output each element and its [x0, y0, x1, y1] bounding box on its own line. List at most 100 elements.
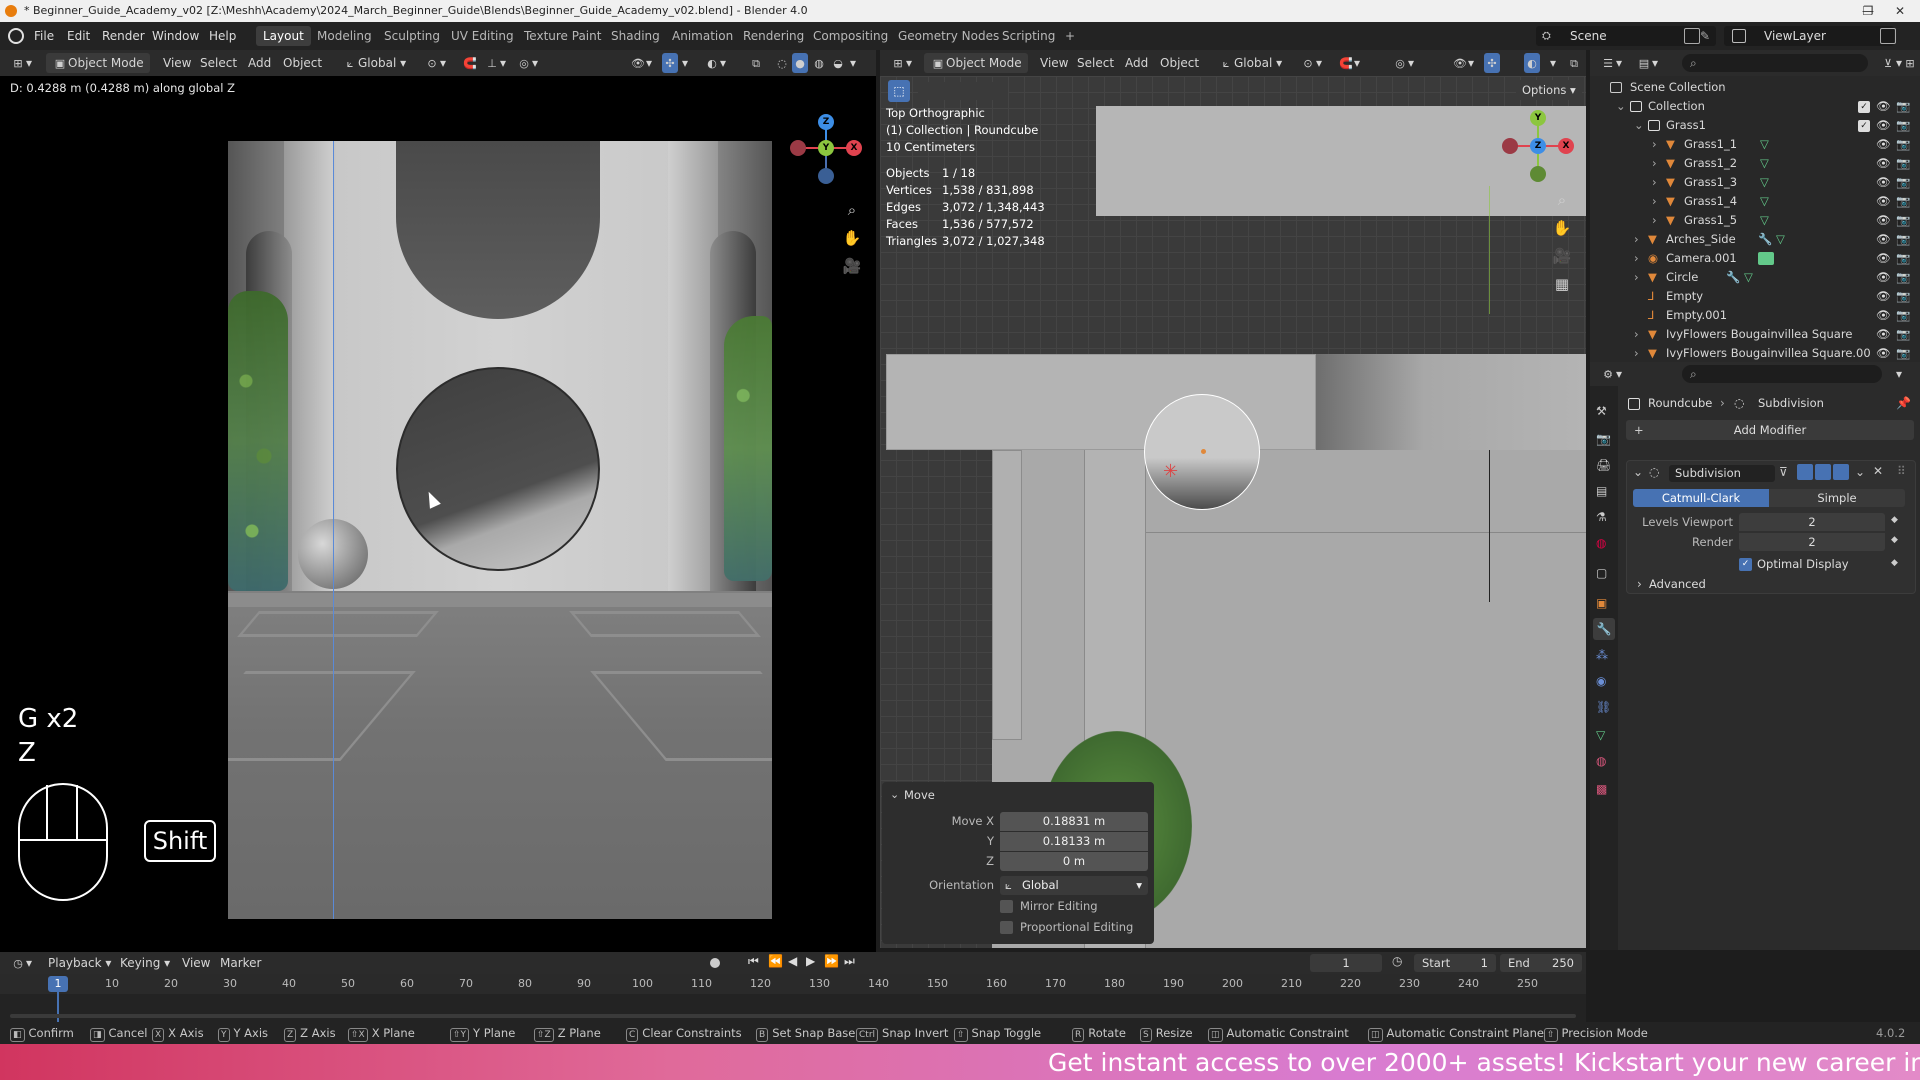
left-viewport[interactable]: D: 0.4288 m (0.4288 m) along global Z Z … — [0, 76, 876, 952]
right-menu-object[interactable]: Object — [1160, 53, 1199, 73]
right-mode-dropdown[interactable]: ▣Object Mode ▾ — [924, 53, 1028, 90]
particles-tab-icon[interactable]: ⁂ — [1596, 648, 1608, 662]
right-navigation-gizmo[interactable]: Y Z X — [1498, 106, 1578, 186]
right-gizmo-neg-x-axis[interactable] — [1502, 138, 1518, 154]
overlay-icon[interactable]: ◐ ▾ — [704, 53, 726, 73]
select-box-tool-icon[interactable]: ⬚ — [888, 80, 910, 102]
gizmo-neg-z-axis[interactable] — [818, 168, 834, 184]
collection-tab-icon[interactable]: ▢ — [1596, 566, 1607, 580]
left-menu-view[interactable]: View — [163, 53, 191, 73]
move-z-field[interactable]: 0 m — [1000, 852, 1148, 871]
left-menu-select[interactable]: Select — [200, 53, 237, 73]
render-camera-icon[interactable]: 📷 — [1896, 135, 1910, 154]
outliner-row-empty[interactable]: ⅃ Empty 👁 📷 — [1590, 287, 1920, 306]
keyframe-dot-icon[interactable]: ◆ — [1891, 558, 1898, 568]
new-scene-icon[interactable] — [1684, 28, 1700, 44]
catmull-clark-button[interactable]: Catmull-Clark — [1633, 489, 1769, 507]
modifier-dropdown-icon[interactable]: ⌄ — [1855, 465, 1865, 479]
new-collection-icon[interactable]: ⊞ — [1902, 53, 1918, 73]
levels-viewport-field[interactable]: 2 — [1739, 513, 1885, 531]
menu-window[interactable]: Window — [152, 22, 199, 50]
visibility-icon[interactable]: 👁▾ — [630, 53, 652, 73]
gizmo-x-axis[interactable]: X — [846, 140, 862, 156]
render-camera-icon[interactable]: 📷 — [1896, 192, 1910, 211]
modifier-name-field[interactable]: Subdivision — [1669, 465, 1775, 482]
gizmo-dropdown[interactable]: ▾ — [682, 53, 688, 73]
selected-sphere-top[interactable]: ✳ — [1144, 394, 1260, 510]
pin-properties-icon[interactable]: 📌 — [1896, 396, 1911, 410]
right-gizmo-z-axis[interactable]: Z — [1530, 138, 1546, 154]
right-menu-select[interactable]: Select — [1077, 53, 1114, 73]
outliner-row-camera[interactable]: › ◉ Camera.001 👁 📷 — [1590, 249, 1920, 268]
shading-dropdown[interactable]: ▾ — [850, 53, 856, 73]
render-camera-icon[interactable]: 📷 — [1896, 268, 1910, 287]
right-gizmo-neg-y-axis[interactable] — [1530, 166, 1546, 182]
mirror-editing-checkbox[interactable] — [1000, 900, 1013, 913]
move-panel-collapse-icon[interactable]: ⌄ — [890, 788, 899, 801]
tab-rendering[interactable]: Rendering — [736, 26, 811, 46]
right-orientation-dropdown[interactable]: ⟀ Global ▾ — [1218, 53, 1282, 73]
rendered-shading-icon[interactable]: ◒ — [830, 53, 846, 73]
eye-icon[interactable]: 👁 — [1876, 211, 1891, 230]
edit-mode-toggle-icon[interactable]: ⊽ — [1779, 465, 1788, 479]
render-camera-icon[interactable]: 📷 — [1896, 230, 1910, 249]
snap-icon[interactable]: 🧲 — [462, 53, 478, 73]
expand-icon[interactable]: › — [1634, 230, 1639, 249]
render-camera-icon[interactable]: 📷 — [1896, 325, 1910, 344]
eye-icon[interactable]: 👁 — [1876, 116, 1891, 135]
render-tab-icon[interactable]: 📷 — [1596, 432, 1611, 446]
eye-icon[interactable]: 👁 — [1876, 154, 1891, 173]
right-visibility-icon[interactable]: 👁▾ — [1452, 53, 1474, 73]
eye-icon[interactable]: 👁 — [1876, 306, 1891, 325]
expand-icon[interactable]: › — [1652, 173, 1657, 192]
cage-toggle-icon[interactable] — [1797, 464, 1813, 480]
menu-edit[interactable]: Edit — [67, 22, 90, 50]
eye-icon[interactable]: 👁 — [1876, 230, 1891, 249]
advanced-expand-icon[interactable]: › — [1637, 577, 1642, 591]
exclude-checkbox-icon[interactable]: ✓ — [1858, 120, 1870, 132]
expand-icon[interactable]: › — [1652, 192, 1657, 211]
close-window-button[interactable]: ✕ — [1880, 0, 1920, 22]
options-button[interactable]: Options ▾ — [1516, 80, 1582, 100]
pin-icon[interactable]: ✎ — [1700, 26, 1710, 46]
right-pan-hand-icon[interactable]: ✋ — [1550, 216, 1574, 240]
record-button-icon[interactable] — [710, 958, 720, 968]
properties-search-input[interactable]: ⌕ — [1682, 365, 1882, 383]
eye-icon[interactable]: 👁 — [1876, 344, 1891, 362]
display-mode-icon[interactable]: ▤ ▾ — [1636, 53, 1658, 73]
left-menu-object[interactable]: Object — [283, 53, 322, 73]
right-xray-icon[interactable]: ⧉ — [1566, 53, 1582, 73]
xray-icon[interactable]: ⧉ — [748, 53, 764, 73]
render-levels-field[interactable]: 2 — [1739, 533, 1885, 551]
end-frame-field[interactable]: End 250 — [1500, 954, 1582, 972]
constraints-tab-icon[interactable]: ⛓ — [1596, 700, 1611, 714]
outliner-row-ivyflowers[interactable]: › ▼ IvyFlowers Bougainvillea Square 👁 📷 — [1590, 325, 1920, 344]
outliner-search-input[interactable]: ⌕ — [1682, 54, 1868, 72]
object-tab-icon[interactable]: ▣ — [1596, 596, 1607, 610]
tab-uv-editing[interactable]: UV Editing — [444, 26, 521, 46]
start-frame-field[interactable]: Start 1 — [1414, 954, 1496, 972]
scene-tab-icon[interactable]: ⚗ — [1596, 510, 1607, 524]
right-proportional-icon[interactable]: ◎ ▾ — [1392, 53, 1414, 73]
expand-icon[interactable]: › — [1634, 268, 1639, 287]
right-overlay-dropdown[interactable]: ▾ — [1550, 53, 1556, 73]
outliner-row-grass1-2[interactable]: › ▼ Grass1_2 ▽ 👁 📷 — [1590, 154, 1920, 173]
tool-tab-icon[interactable]: ⚒ — [1596, 404, 1607, 418]
menu-help[interactable]: Help — [209, 22, 236, 50]
expand-collection-icon[interactable]: ⌄ — [1616, 97, 1626, 116]
outliner-row-grass1-1[interactable]: › ▼ Grass1_1 ▽ 👁 📷 — [1590, 135, 1920, 154]
zoom-icon[interactable]: ⌕ — [840, 198, 864, 222]
material-tab-icon[interactable]: ◍ — [1596, 754, 1606, 768]
left-menu-add[interactable]: Add — [248, 53, 271, 73]
move-x-field[interactable]: 0.18831 m — [1000, 812, 1148, 831]
add-workspace-button[interactable]: + — [1058, 26, 1082, 46]
optimal-display-checkbox[interactable]: ✓ — [1739, 558, 1752, 571]
tab-layout[interactable]: Layout — [256, 26, 311, 46]
view-layer-tab-icon[interactable]: ▤ — [1596, 484, 1607, 498]
left-mode-dropdown[interactable]: ▣Object Mode ▾ — [46, 53, 150, 90]
expand-icon[interactable]: › — [1652, 211, 1657, 230]
outliner-row-ivyflowers-00[interactable]: › ▼ IvyFlowers Bougainvillea Square.00 👁… — [1590, 344, 1920, 362]
clock-icon[interactable]: ◷ — [1392, 954, 1402, 968]
render-toggle-icon[interactable] — [1833, 464, 1849, 480]
jump-end-icon[interactable]: ⏭ — [844, 954, 855, 969]
